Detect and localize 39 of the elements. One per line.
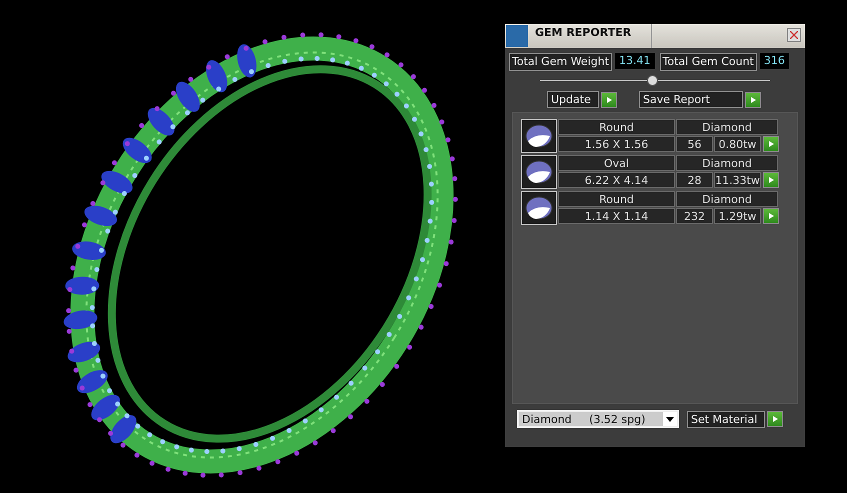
- play-icon: [768, 177, 774, 183]
- save-report-button[interactable]: Save Report: [639, 91, 743, 108]
- play-button[interactable]: [601, 92, 617, 108]
- close-icon: [790, 31, 798, 39]
- set-material-button[interactable]: Set Material: [687, 410, 765, 428]
- gem-weight: 11.33tw: [714, 172, 761, 188]
- gem-size: 6.22 X 4.14: [558, 172, 675, 188]
- gem-icon: [521, 191, 557, 225]
- window-title: GEM REPORTER: [534, 25, 632, 41]
- gem-icon: [521, 155, 557, 189]
- gem-weight: 0.80tw: [714, 136, 761, 152]
- gem-material: Diamond: [676, 119, 778, 135]
- gem-size: 1.14 X 1.14: [558, 208, 675, 224]
- play-icon: [768, 141, 774, 147]
- gem-icon: [521, 119, 557, 153]
- gem-count: 56: [676, 136, 713, 152]
- gem-weight: 1.29tw: [714, 208, 761, 224]
- play-icon: [772, 416, 778, 422]
- update-button[interactable]: Update: [547, 91, 599, 108]
- gem-shape: Round: [558, 119, 675, 135]
- play-button[interactable]: [745, 92, 761, 108]
- play-icon: [768, 213, 774, 219]
- gem-count: 232: [676, 208, 713, 224]
- material-dropdown[interactable]: Diamond (3.52 spg): [517, 410, 679, 428]
- total-weight-value: 13.41: [615, 53, 655, 69]
- gem-count: 28: [676, 172, 713, 188]
- app-logo-icon: [506, 25, 528, 47]
- gem-shape: Oval: [558, 155, 675, 171]
- gem-size: 1.56 X 1.56: [558, 136, 675, 152]
- gem-material: Diamond: [676, 191, 778, 207]
- splitter-handle[interactable]: [647, 75, 658, 86]
- total-count-label: Total Gem Count: [660, 53, 757, 71]
- gem-shape: Round: [558, 191, 675, 207]
- total-weight-label: Total Gem Weight: [509, 53, 612, 71]
- gem-material: Diamond: [676, 155, 778, 171]
- play-icon: [606, 96, 612, 102]
- close-button[interactable]: [787, 28, 801, 42]
- play-icon: [750, 96, 756, 102]
- total-count-value: 316: [760, 53, 789, 69]
